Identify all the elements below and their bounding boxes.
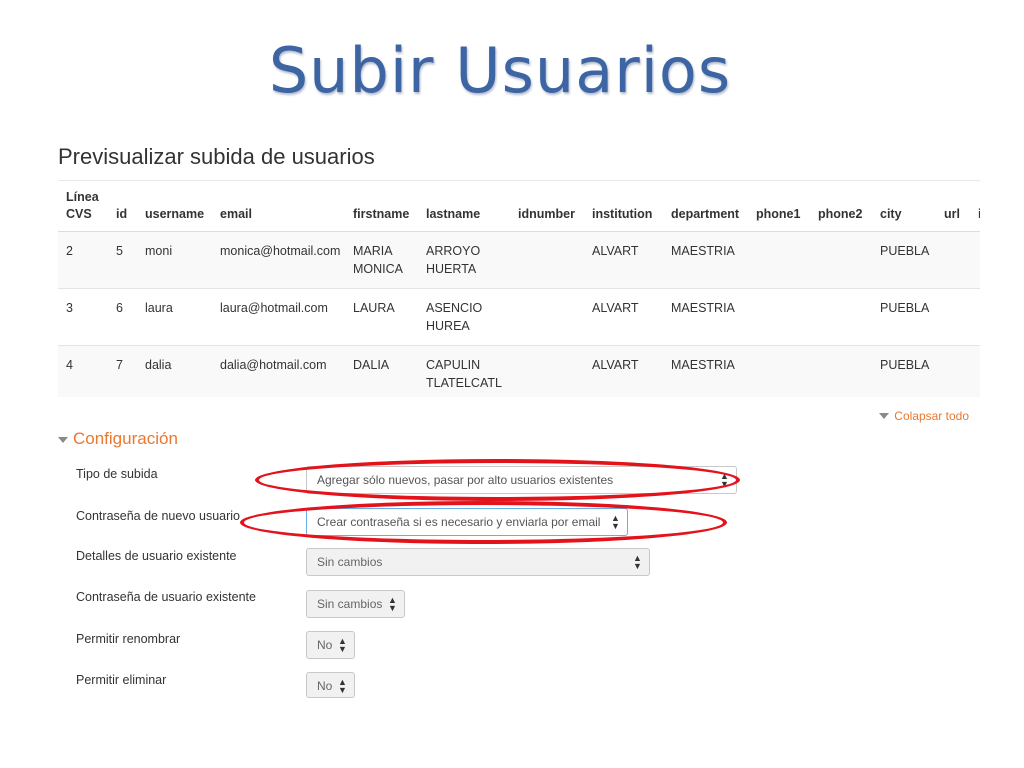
column-header: institution xyxy=(584,181,663,232)
table-cell xyxy=(970,288,980,346)
table-cell: 3 xyxy=(58,288,108,346)
table-header-row: Línea CVS id username email firstname la… xyxy=(58,181,980,232)
table-cell: PUEBLA xyxy=(872,345,936,397)
table-cell xyxy=(810,231,872,289)
existing-user-password-value: Sin cambios xyxy=(317,597,383,611)
table-cell: ALVART xyxy=(584,231,663,289)
table-cell: dalia xyxy=(137,345,212,397)
table-cell: CAPULIN TLATELCATL xyxy=(418,345,510,397)
table-cell xyxy=(936,345,970,397)
table-cell: MAESTRIA xyxy=(663,231,748,289)
table-row: 4 7 dalia dalia@hotmail.com DALIA CAPULI… xyxy=(58,345,980,397)
table-cell: 6 xyxy=(108,288,137,346)
existing-user-password-select[interactable]: Sin cambios ▲ ▼ xyxy=(306,590,405,618)
table-cell: MAESTRIA xyxy=(663,288,748,346)
table-cell xyxy=(936,231,970,289)
existing-user-details-label: Detalles de usuario existente xyxy=(76,549,237,563)
allow-delete-value: No xyxy=(317,679,333,693)
column-header: username xyxy=(137,181,212,232)
table-cell: laura xyxy=(137,288,212,346)
preview-heading: Previsualizar subida de usuarios xyxy=(58,144,375,169)
table-cell xyxy=(936,288,970,346)
config-section-toggle[interactable]: Configuración xyxy=(58,429,178,449)
up-down-caret-icon: ▲ ▼ xyxy=(338,677,347,695)
table-cell: ASENCIO HUREA xyxy=(418,288,510,346)
table-cell: LAURA xyxy=(345,288,418,346)
table-cell: 2 xyxy=(58,231,108,289)
table-cell xyxy=(748,288,810,346)
collapse-all-label: Colapsar todo xyxy=(894,409,969,423)
up-down-caret-icon: ▲ ▼ xyxy=(720,471,729,489)
allow-rename-value: No xyxy=(317,638,333,652)
collapse-all-link[interactable]: Colapsar todo xyxy=(879,409,969,423)
table-cell: DALIA xyxy=(345,345,418,397)
column-header: idnumber xyxy=(510,181,584,232)
column-header: department xyxy=(663,181,748,232)
new-user-password-label: Contraseña de nuevo usuario xyxy=(76,509,241,523)
slide: Subir Usuarios Previsualizar subida de u… xyxy=(0,0,1024,768)
table-cell: PUEBLA xyxy=(872,231,936,289)
existing-user-details-select[interactable]: Sin cambios ▲ ▼ xyxy=(306,548,650,576)
table-cell xyxy=(510,288,584,346)
up-down-caret-icon: ▲ ▼ xyxy=(633,553,642,571)
upload-type-select[interactable]: Agregar sólo nuevos, pasar por alto usua… xyxy=(306,466,737,494)
preview-table: Línea CVS id username email firstname la… xyxy=(58,181,980,397)
table-row: 2 5 moni monica@hotmail.com MARIA MONICA… xyxy=(58,231,980,289)
allow-delete-select[interactable]: No ▲ ▼ xyxy=(306,672,355,698)
existing-user-password-label: Contraseña de usuario existente xyxy=(76,590,256,604)
preview-table-container[interactable]: Línea CVS id username email firstname la… xyxy=(58,180,980,397)
column-header: phone1 xyxy=(748,181,810,232)
table-cell: 4 xyxy=(58,345,108,397)
table-cell: dalia@hotmail.com xyxy=(212,345,345,397)
table-cell xyxy=(810,288,872,346)
table-cell: monica@hotmail.com xyxy=(212,231,345,289)
column-header: i xyxy=(970,181,980,232)
table-cell xyxy=(970,231,980,289)
triangle-down-icon xyxy=(879,413,890,419)
triangle-down-icon xyxy=(58,437,68,443)
table-cell: ARROYO HUERTA xyxy=(418,231,510,289)
config-section-title: Configuración xyxy=(73,429,178,448)
table-cell: PUEBLA xyxy=(872,288,936,346)
column-header: lastname xyxy=(418,181,510,232)
column-header: email xyxy=(212,181,345,232)
new-user-password-value: Crear contraseña si es necesario y envia… xyxy=(317,515,601,529)
table-cell xyxy=(810,345,872,397)
upload-type-value: Agregar sólo nuevos, pasar por alto usua… xyxy=(317,473,614,487)
slide-title: Subir Usuarios xyxy=(268,34,732,107)
column-header: Línea CVS xyxy=(58,181,108,232)
table-cell xyxy=(970,345,980,397)
up-down-caret-icon: ▲ ▼ xyxy=(611,513,620,531)
table-cell: 7 xyxy=(108,345,137,397)
table-cell: 5 xyxy=(108,231,137,289)
allow-rename-select[interactable]: No ▲ ▼ xyxy=(306,631,355,659)
allow-delete-label: Permitir eliminar xyxy=(76,673,167,687)
table-cell xyxy=(510,345,584,397)
column-header: firstname xyxy=(345,181,418,232)
existing-user-details-value: Sin cambios xyxy=(317,555,383,569)
up-down-caret-icon: ▲ ▼ xyxy=(338,636,347,654)
column-header: url xyxy=(936,181,970,232)
column-header: city xyxy=(872,181,936,232)
table-cell: MARIA MONICA xyxy=(345,231,418,289)
upload-type-label: Tipo de subida xyxy=(76,467,158,481)
new-user-password-select[interactable]: Crear contraseña si es necesario y envia… xyxy=(306,508,628,536)
table-cell: ALVART xyxy=(584,288,663,346)
column-header: phone2 xyxy=(810,181,872,232)
table-cell: moni xyxy=(137,231,212,289)
table-cell: MAESTRIA xyxy=(663,345,748,397)
table-row: 3 6 laura laura@hotmail.com LAURA ASENCI… xyxy=(58,288,980,346)
column-header: id xyxy=(108,181,137,232)
table-cell xyxy=(510,231,584,289)
table-cell: laura@hotmail.com xyxy=(212,288,345,346)
allow-rename-label: Permitir renombrar xyxy=(76,632,181,646)
table-cell: ALVART xyxy=(584,345,663,397)
table-cell xyxy=(748,231,810,289)
table-cell xyxy=(748,345,810,397)
up-down-caret-icon: ▲ ▼ xyxy=(388,595,397,613)
